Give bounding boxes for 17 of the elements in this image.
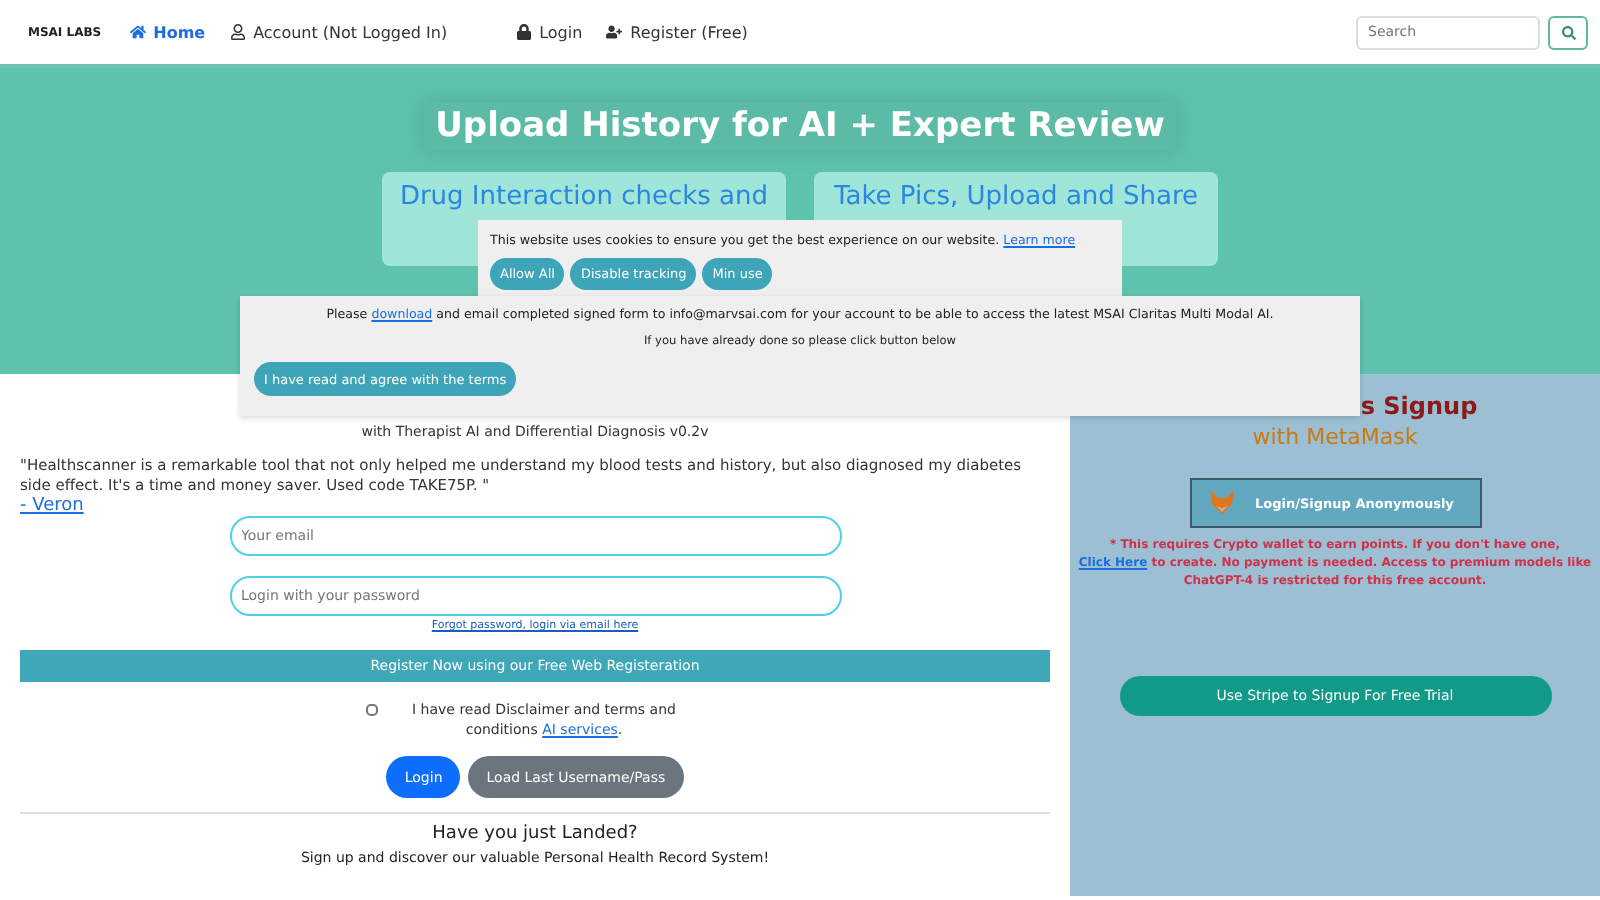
user-plus-icon bbox=[606, 24, 623, 40]
user-icon bbox=[229, 24, 246, 40]
fox-icon bbox=[1207, 490, 1235, 516]
author-link[interactable]: - Veron bbox=[20, 496, 84, 516]
nav-link[interactable]: Home bbox=[129, 23, 206, 41]
hero-title: Upload History for AI + Expert Review bbox=[423, 102, 1177, 150]
nav-link[interactable]: Login bbox=[515, 23, 583, 41]
signup-subtitle: with MetaMask bbox=[1252, 424, 1418, 450]
nav-link[interactable]: Account (Not Logged In) bbox=[229, 23, 448, 41]
signup-heading: s Signup bbox=[1360, 392, 1478, 420]
home-icon bbox=[129, 24, 146, 40]
search-icon bbox=[1561, 25, 1575, 39]
nav-link[interactable]: Register (Free) bbox=[606, 23, 748, 41]
search-button[interactable] bbox=[1548, 15, 1588, 49]
lock-icon bbox=[515, 24, 532, 40]
landed-heading: Have you just Landed? bbox=[432, 824, 638, 844]
agree-checkbox[interactable] bbox=[365, 704, 377, 716]
